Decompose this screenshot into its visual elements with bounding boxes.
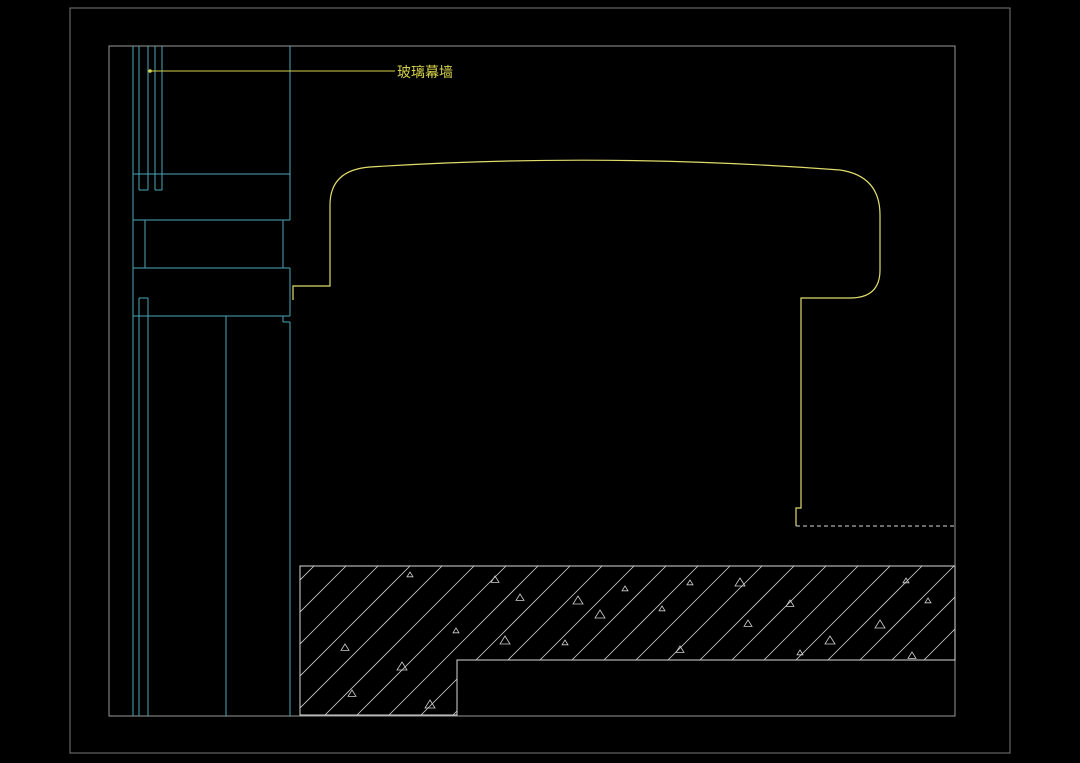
callout-label: 玻璃幕墙 — [397, 64, 453, 81]
cad-section-drawing: 玻璃幕墙 — [0, 0, 1080, 763]
